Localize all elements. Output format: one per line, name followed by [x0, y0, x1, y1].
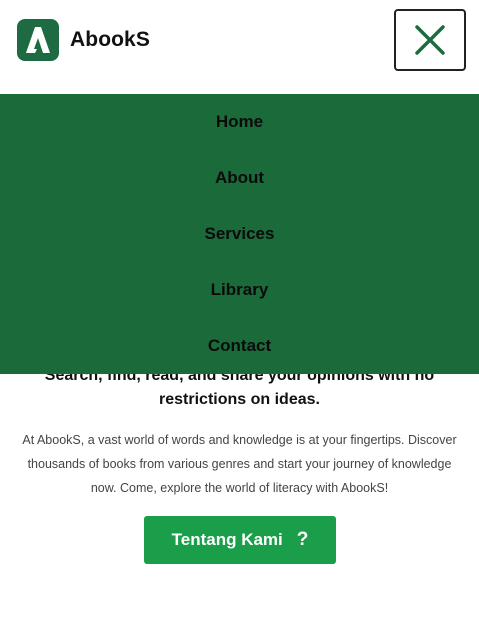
about-us-button[interactable]: Tentang Kami ?	[144, 516, 336, 564]
nav-item-about[interactable]: About	[0, 150, 479, 206]
close-menu-button[interactable]	[394, 9, 466, 71]
nav-item-contact[interactable]: Contact	[0, 318, 479, 374]
question-icon: ?	[296, 529, 309, 550]
site-header: AbookS	[0, 0, 479, 94]
nav-menu: Home About Services Library Contact	[0, 94, 479, 374]
nav-item-services[interactable]: Services	[0, 206, 479, 262]
close-icon	[415, 25, 445, 55]
brand-name[interactable]: AbookS	[70, 28, 150, 52]
hero-description: At AbookS, a vast world of words and kno…	[22, 433, 457, 495]
nav-item-home[interactable]: Home	[0, 94, 479, 150]
about-us-button-label: Tentang Kami	[171, 530, 283, 549]
nav-item-library[interactable]: Library	[0, 262, 479, 318]
logo[interactable]	[17, 19, 59, 61]
logo-a-icon	[26, 27, 50, 53]
